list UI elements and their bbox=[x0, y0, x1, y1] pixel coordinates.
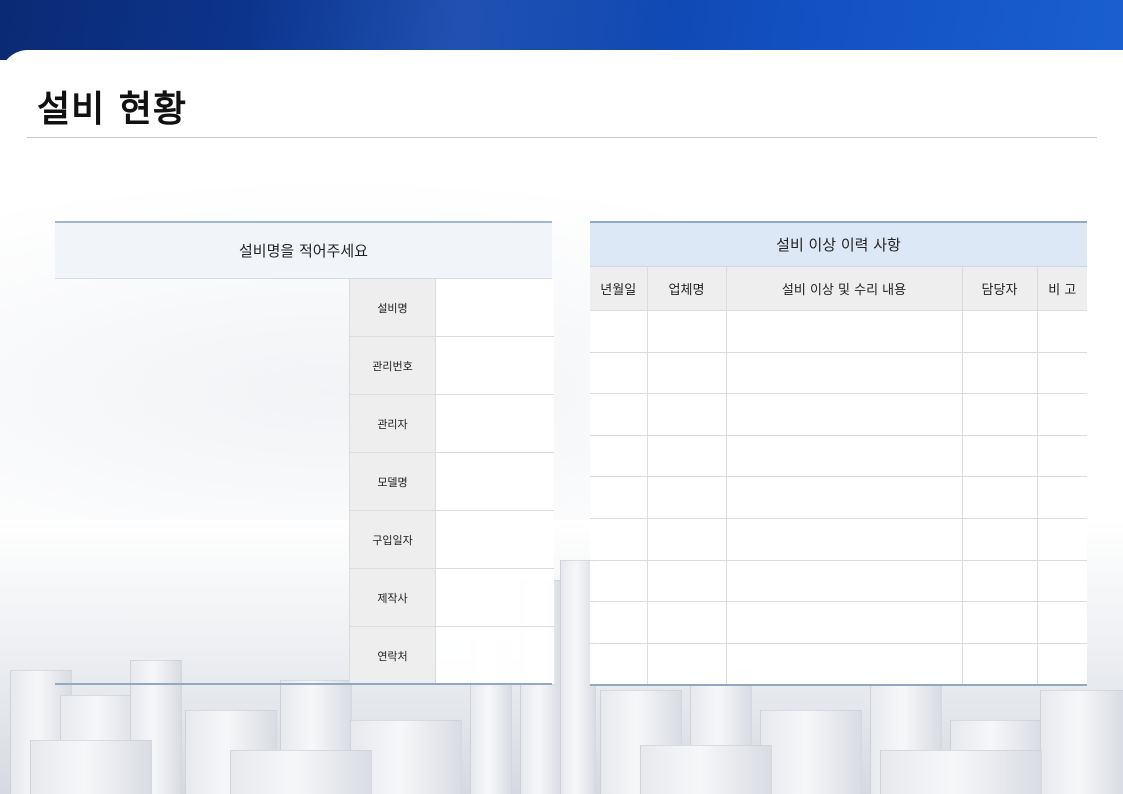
equipment-photo-area[interactable] bbox=[55, 279, 349, 683]
info-row: 관리자 bbox=[349, 394, 554, 453]
field-value[interactable] bbox=[435, 626, 554, 685]
history-panel: 설비 이상 이력 사항 년월일 업체명 설비 이상 및 수리 내용 담당자 비 고 bbox=[590, 221, 1087, 687]
title-divider bbox=[27, 137, 1097, 138]
table-cell[interactable] bbox=[725, 643, 962, 686]
slide-page: 설비 현황 설비명을 적어주세요 설비명 관리번호 관리자 모델명 구입일자 제작사 연락처… bbox=[0, 0, 1123, 794]
field-label: 관리번호 bbox=[349, 336, 436, 395]
field-value[interactable] bbox=[435, 510, 554, 569]
table-row bbox=[590, 560, 1087, 603]
table-cell[interactable] bbox=[1036, 518, 1087, 561]
table-cell[interactable] bbox=[590, 560, 647, 603]
table-cell[interactable] bbox=[961, 352, 1037, 395]
table-cell[interactable] bbox=[646, 643, 726, 686]
table-cell[interactable] bbox=[590, 601, 647, 644]
history-table: 설비 이상 이력 사항 년월일 업체명 설비 이상 및 수리 내용 담당자 비 고 bbox=[590, 221, 1087, 687]
table-cell[interactable] bbox=[961, 643, 1037, 686]
background-building bbox=[230, 750, 372, 794]
table-cell[interactable] bbox=[1036, 435, 1087, 478]
table-cell[interactable] bbox=[646, 435, 726, 478]
table-cell[interactable] bbox=[961, 476, 1037, 519]
table-cell[interactable] bbox=[1036, 352, 1087, 395]
table-cell[interactable] bbox=[590, 435, 647, 478]
table-cell[interactable] bbox=[1036, 643, 1087, 686]
field-label: 연락처 bbox=[349, 626, 436, 685]
page-title: 설비 현황 bbox=[37, 89, 188, 130]
table-row bbox=[590, 518, 1087, 561]
field-label: 관리자 bbox=[349, 394, 436, 453]
equipment-card: 설비명을 적어주세요 설비명 관리번호 관리자 모델명 구입일자 제작사 연락처 bbox=[55, 221, 554, 685]
background-building bbox=[30, 740, 152, 794]
table-cell[interactable] bbox=[646, 601, 726, 644]
table-cell[interactable] bbox=[961, 560, 1037, 603]
table-cell[interactable] bbox=[590, 476, 647, 519]
info-row: 설비명 bbox=[349, 279, 554, 337]
table-cell[interactable] bbox=[961, 393, 1037, 436]
table-cell[interactable] bbox=[725, 560, 962, 603]
info-row: 구입일자 bbox=[349, 510, 554, 569]
table-cell[interactable] bbox=[961, 518, 1037, 561]
table-row bbox=[590, 435, 1087, 478]
table-cell[interactable] bbox=[646, 310, 726, 353]
info-row: 제작사 bbox=[349, 568, 554, 627]
field-label: 제작사 bbox=[349, 568, 436, 627]
table-cell[interactable] bbox=[590, 643, 647, 686]
info-row: 모델명 bbox=[349, 452, 554, 511]
info-row: 관리번호 bbox=[349, 336, 554, 395]
table-cell[interactable] bbox=[725, 518, 962, 561]
table-cell[interactable] bbox=[1036, 601, 1087, 644]
background-building bbox=[880, 750, 1042, 794]
field-value[interactable] bbox=[435, 568, 554, 627]
table-row bbox=[590, 352, 1087, 395]
table-cell[interactable] bbox=[646, 352, 726, 395]
info-row: 연락처 bbox=[349, 626, 554, 685]
history-caption: 설비 이상 이력 사항 bbox=[590, 222, 1087, 267]
equipment-info-table: 설비명 관리번호 관리자 모델명 구입일자 제작사 연락처 bbox=[349, 279, 554, 685]
card-bottom-rule bbox=[55, 683, 552, 685]
table-row bbox=[590, 476, 1087, 519]
column-header: 설비 이상 및 수리 내용 bbox=[725, 266, 962, 311]
table-cell[interactable] bbox=[1036, 310, 1087, 353]
field-value[interactable] bbox=[435, 452, 554, 511]
table-cell[interactable] bbox=[1036, 393, 1087, 436]
field-value[interactable] bbox=[435, 336, 554, 395]
table-cell[interactable] bbox=[725, 393, 962, 436]
table-cell[interactable] bbox=[961, 601, 1037, 644]
table-cell[interactable] bbox=[590, 518, 647, 561]
table-cell[interactable] bbox=[725, 476, 962, 519]
table-cell[interactable] bbox=[1036, 476, 1087, 519]
table-row bbox=[590, 310, 1087, 353]
table-row bbox=[590, 601, 1087, 644]
background-building bbox=[640, 745, 772, 794]
table-cell[interactable] bbox=[725, 435, 962, 478]
field-label: 모델명 bbox=[349, 452, 436, 511]
table-cell[interactable] bbox=[961, 310, 1037, 353]
table-cell[interactable] bbox=[646, 393, 726, 436]
table-cell[interactable] bbox=[1036, 560, 1087, 603]
column-header: 담당자 bbox=[961, 266, 1037, 311]
column-header: 업체명 bbox=[646, 266, 726, 311]
table-row bbox=[590, 643, 1087, 686]
table-cell[interactable] bbox=[590, 352, 647, 395]
field-value[interactable] bbox=[435, 394, 554, 453]
column-header: 년월일 bbox=[590, 266, 647, 311]
table-cell[interactable] bbox=[725, 601, 962, 644]
background-building bbox=[760, 710, 862, 794]
field-label: 구입일자 bbox=[349, 510, 436, 569]
table-cell[interactable] bbox=[961, 435, 1037, 478]
field-label: 설비명 bbox=[349, 279, 436, 337]
equipment-name-header[interactable]: 설비명을 적어주세요 bbox=[55, 221, 552, 279]
column-header: 비 고 bbox=[1036, 266, 1087, 311]
table-cell[interactable] bbox=[646, 560, 726, 603]
table-cell[interactable] bbox=[646, 518, 726, 561]
table-row bbox=[590, 393, 1087, 436]
table-cell[interactable] bbox=[725, 310, 962, 353]
background-building bbox=[1040, 690, 1123, 794]
table-cell[interactable] bbox=[590, 393, 647, 436]
field-value[interactable] bbox=[435, 279, 554, 337]
table-cell[interactable] bbox=[646, 476, 726, 519]
table-cell[interactable] bbox=[725, 352, 962, 395]
table-cell[interactable] bbox=[590, 310, 647, 353]
